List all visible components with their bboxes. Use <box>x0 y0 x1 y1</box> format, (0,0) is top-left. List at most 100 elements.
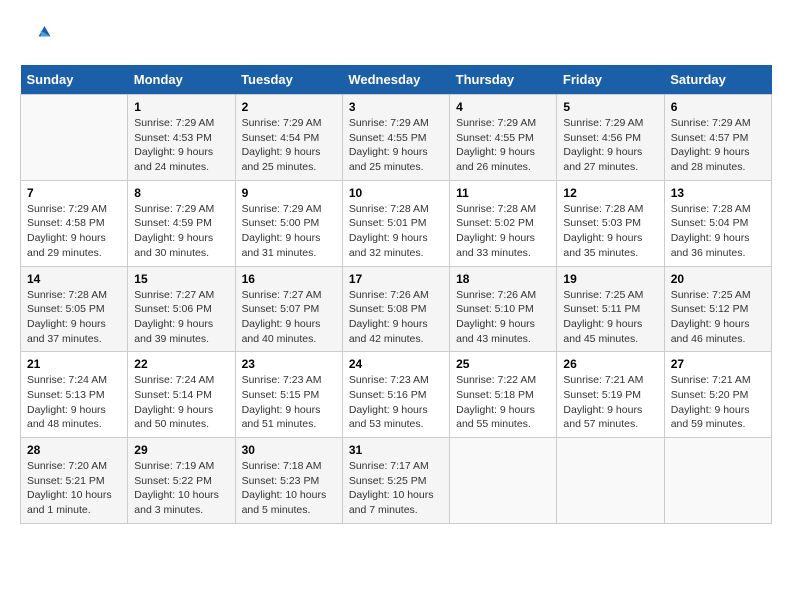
day-number: 12 <box>563 186 657 200</box>
day-info: Sunrise: 7:24 AMSunset: 5:13 PMDaylight:… <box>27 373 121 432</box>
day-number: 26 <box>563 357 657 371</box>
calendar-cell: 15Sunrise: 7:27 AMSunset: 5:06 PMDayligh… <box>128 266 235 352</box>
weekday-header-tuesday: Tuesday <box>235 65 342 95</box>
day-info: Sunrise: 7:17 AMSunset: 5:25 PMDaylight:… <box>349 459 443 518</box>
day-info: Sunrise: 7:29 AMSunset: 4:55 PMDaylight:… <box>456 116 550 175</box>
day-info: Sunrise: 7:25 AMSunset: 5:11 PMDaylight:… <box>563 288 657 347</box>
calendar-week-1: 1 Sunrise: 7:29 AMSunset: 4:53 PMDaylight… <box>21 95 772 181</box>
calendar-cell <box>557 438 664 524</box>
day-info: Sunrise: 7:28 AMSunset: 5:02 PMDaylight:… <box>456 202 550 261</box>
day-info: Sunrise: 7:24 AMSunset: 5:14 PMDaylight:… <box>134 373 228 432</box>
day-number: 17 <box>349 272 443 286</box>
day-number: 24 <box>349 357 443 371</box>
calendar-cell: 21 Sunrise: 7:24 AMSunset: 5:13 PMDayligh… <box>21 352 128 438</box>
day-info: Sunrise: 7:29 AMSunset: 4:53 PMDaylight:… <box>134 116 228 175</box>
calendar-cell: 22 Sunrise: 7:24 AMSunset: 5:14 PMDayligh… <box>128 352 235 438</box>
day-number: 6 <box>671 100 765 114</box>
day-info: Sunrise: 7:21 AMSunset: 5:20 PMDaylight:… <box>671 373 765 432</box>
day-number: 23 <box>242 357 336 371</box>
day-info: Sunrise: 7:25 AMSunset: 5:12 PMDaylight:… <box>671 288 765 347</box>
day-info: Sunrise: 7:29 AMSunset: 4:55 PMDaylight:… <box>349 116 443 175</box>
calendar-week-3: 14 Sunrise: 7:28 AMSunset: 5:05 PMDayligh… <box>21 266 772 352</box>
page-header <box>20 20 772 55</box>
calendar-cell: 8Sunrise: 7:29 AMSunset: 4:59 PMDaylight… <box>128 180 235 266</box>
day-number: 25 <box>456 357 550 371</box>
calendar-cell: 17 Sunrise: 7:26 AMSunset: 5:08 PMDayligh… <box>342 266 449 352</box>
calendar-cell: 29Sunrise: 7:19 AMSunset: 5:22 PMDayligh… <box>128 438 235 524</box>
calendar-cell: 18 Sunrise: 7:26 AMSunset: 5:10 PMDayligh… <box>450 266 557 352</box>
day-number: 14 <box>27 272 121 286</box>
calendar-cell: 31 Sunrise: 7:17 AMSunset: 5:25 PMDayligh… <box>342 438 449 524</box>
calendar-cell: 10 Sunrise: 7:28 AMSunset: 5:01 PMDayligh… <box>342 180 449 266</box>
day-info: Sunrise: 7:26 AMSunset: 5:08 PMDaylight:… <box>349 288 443 347</box>
calendar-cell: 20 Sunrise: 7:25 AMSunset: 5:12 PMDayligh… <box>664 266 771 352</box>
day-number: 2 <box>242 100 336 114</box>
calendar-cell: 30Sunrise: 7:18 AMSunset: 5:23 PMDayligh… <box>235 438 342 524</box>
logo <box>20 20 52 55</box>
calendar-cell: 28Sunrise: 7:20 AMSunset: 5:21 PMDayligh… <box>21 438 128 524</box>
day-info: Sunrise: 7:29 AMSunset: 4:56 PMDaylight:… <box>563 116 657 175</box>
day-number: 13 <box>671 186 765 200</box>
day-number: 9 <box>242 186 336 200</box>
calendar-cell: 4 Sunrise: 7:29 AMSunset: 4:55 PMDaylight… <box>450 95 557 181</box>
calendar-cell: 25 Sunrise: 7:22 AMSunset: 5:18 PMDayligh… <box>450 352 557 438</box>
calendar-cell: 16 Sunrise: 7:27 AMSunset: 5:07 PMDayligh… <box>235 266 342 352</box>
day-number: 29 <box>134 443 228 457</box>
calendar-cell: 14 Sunrise: 7:28 AMSunset: 5:05 PMDayligh… <box>21 266 128 352</box>
logo-icon <box>22 20 52 50</box>
calendar-cell: 9 Sunrise: 7:29 AMSunset: 5:00 PMDaylight… <box>235 180 342 266</box>
day-number: 18 <box>456 272 550 286</box>
day-number: 5 <box>563 100 657 114</box>
day-number: 16 <box>242 272 336 286</box>
day-info: Sunrise: 7:22 AMSunset: 5:18 PMDaylight:… <box>456 373 550 432</box>
day-info: Sunrise: 7:28 AMSunset: 5:04 PMDaylight:… <box>671 202 765 261</box>
day-number: 30 <box>242 443 336 457</box>
calendar-week-5: 28Sunrise: 7:20 AMSunset: 5:21 PMDayligh… <box>21 438 772 524</box>
day-info: Sunrise: 7:28 AMSunset: 5:03 PMDaylight:… <box>563 202 657 261</box>
day-number: 10 <box>349 186 443 200</box>
calendar-cell: 27 Sunrise: 7:21 AMSunset: 5:20 PMDayligh… <box>664 352 771 438</box>
day-number: 31 <box>349 443 443 457</box>
day-number: 7 <box>27 186 121 200</box>
day-info: Sunrise: 7:27 AMSunset: 5:07 PMDaylight:… <box>242 288 336 347</box>
day-info: Sunrise: 7:27 AMSunset: 5:06 PMDaylight:… <box>134 288 228 347</box>
day-number: 21 <box>27 357 121 371</box>
day-number: 1 <box>134 100 228 114</box>
day-info: Sunrise: 7:29 AMSunset: 4:58 PMDaylight:… <box>27 202 121 261</box>
calendar-week-4: 21 Sunrise: 7:24 AMSunset: 5:13 PMDayligh… <box>21 352 772 438</box>
day-info: Sunrise: 7:23 AMSunset: 5:15 PMDaylight:… <box>242 373 336 432</box>
calendar-week-2: 7 Sunrise: 7:29 AMSunset: 4:58 PMDaylight… <box>21 180 772 266</box>
calendar-cell <box>21 95 128 181</box>
calendar-header: SundayMondayTuesdayWednesdayThursdayFrid… <box>21 65 772 95</box>
calendar-cell: 12 Sunrise: 7:28 AMSunset: 5:03 PMDayligh… <box>557 180 664 266</box>
day-info: Sunrise: 7:28 AMSunset: 5:05 PMDaylight:… <box>27 288 121 347</box>
calendar-body: 1 Sunrise: 7:29 AMSunset: 4:53 PMDaylight… <box>21 95 772 524</box>
day-info: Sunrise: 7:23 AMSunset: 5:16 PMDaylight:… <box>349 373 443 432</box>
calendar-cell <box>450 438 557 524</box>
day-info: Sunrise: 7:29 AMSunset: 4:59 PMDaylight:… <box>134 202 228 261</box>
calendar-cell: 2 Sunrise: 7:29 AMSunset: 4:54 PMDaylight… <box>235 95 342 181</box>
day-info: Sunrise: 7:28 AMSunset: 5:01 PMDaylight:… <box>349 202 443 261</box>
calendar-cell <box>664 438 771 524</box>
day-number: 11 <box>456 186 550 200</box>
calendar-cell: 24 Sunrise: 7:23 AMSunset: 5:16 PMDayligh… <box>342 352 449 438</box>
day-info: Sunrise: 7:29 AMSunset: 4:57 PMDaylight:… <box>671 116 765 175</box>
day-number: 20 <box>671 272 765 286</box>
weekday-header-row: SundayMondayTuesdayWednesdayThursdayFrid… <box>21 65 772 95</box>
day-number: 27 <box>671 357 765 371</box>
day-info: Sunrise: 7:26 AMSunset: 5:10 PMDaylight:… <box>456 288 550 347</box>
calendar-cell: 5 Sunrise: 7:29 AMSunset: 4:56 PMDaylight… <box>557 95 664 181</box>
calendar-cell: 13 Sunrise: 7:28 AMSunset: 5:04 PMDayligh… <box>664 180 771 266</box>
day-info: Sunrise: 7:29 AMSunset: 4:54 PMDaylight:… <box>242 116 336 175</box>
calendar-cell: 11 Sunrise: 7:28 AMSunset: 5:02 PMDayligh… <box>450 180 557 266</box>
calendar-cell: 1 Sunrise: 7:29 AMSunset: 4:53 PMDaylight… <box>128 95 235 181</box>
day-info: Sunrise: 7:29 AMSunset: 5:00 PMDaylight:… <box>242 202 336 261</box>
day-info: Sunrise: 7:21 AMSunset: 5:19 PMDaylight:… <box>563 373 657 432</box>
weekday-header-friday: Friday <box>557 65 664 95</box>
day-number: 22 <box>134 357 228 371</box>
weekday-header-monday: Monday <box>128 65 235 95</box>
calendar-cell: 23 Sunrise: 7:23 AMSunset: 5:15 PMDayligh… <box>235 352 342 438</box>
day-number: 19 <box>563 272 657 286</box>
day-number: 4 <box>456 100 550 114</box>
calendar-cell: 3Sunrise: 7:29 AMSunset: 4:55 PMDaylight… <box>342 95 449 181</box>
